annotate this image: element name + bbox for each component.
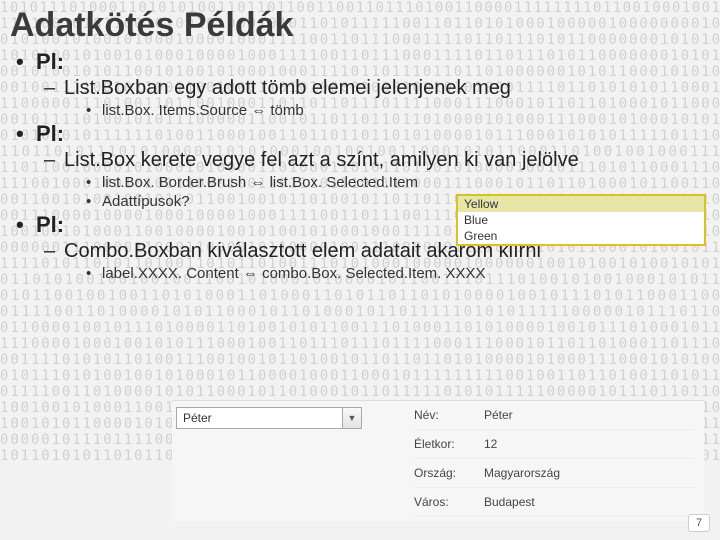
form-panel: Péter ▼ Név: Péter Életkor: 12 Ország: M… [172,400,704,521]
chevron-down-icon[interactable]: ▼ [342,408,361,428]
color-listbox[interactable]: Yellow Blue Green [456,194,706,246]
form-label: Életkor: [414,437,484,451]
listbox-item[interactable]: Green [458,228,704,244]
example-2-detail-0: list.Box. Border.Brush ⇔ list.Box. Selec… [102,174,720,191]
form-row: Életkor: 12 [414,430,694,459]
example-1-desc: List.Boxban egy adott tömb elemei jelenj… [64,77,720,100]
form-row: Név: Péter [414,401,694,430]
listbox-item[interactable]: Blue [458,212,704,228]
form-value: Péter [484,408,694,422]
form-value: 12 [484,437,694,451]
combobox-value: Péter [183,411,212,425]
page-number: 7 [688,514,710,532]
example-label: Pl: [36,121,64,146]
form-label: Név: [414,408,484,422]
listbox-selected-item[interactable]: Yellow [458,196,704,212]
form-row: Város: Budapest [414,488,694,517]
bullet-list: Pl: List.Boxban egy adott tömb elemei je… [0,49,720,282]
form-value: Magyarország [484,466,694,480]
form-value: Budapest [484,495,694,509]
details-form: Név: Péter Életkor: 12 Ország: Magyarors… [414,401,694,517]
form-label: Város: [414,495,484,509]
example-1: Pl: List.Boxban egy adott tömb elemei je… [36,49,720,119]
example-label: Pl: [36,49,64,74]
example-1-detail-0: list.Box. Items.Source ⇔ tömb [102,102,720,119]
slide-title: Adatkötés Példák [0,0,720,47]
form-row: Ország: Magyarország [414,459,694,488]
example-2-desc: List.Box kerete vegye fel azt a színt, a… [64,149,720,172]
example-label: Pl: [36,212,64,237]
example-3-detail-0: label.XXXX. Content ⇔ combo.Box. Selecte… [102,265,720,282]
person-combobox[interactable]: Péter ▼ [176,407,362,429]
form-label: Ország: [414,466,484,480]
